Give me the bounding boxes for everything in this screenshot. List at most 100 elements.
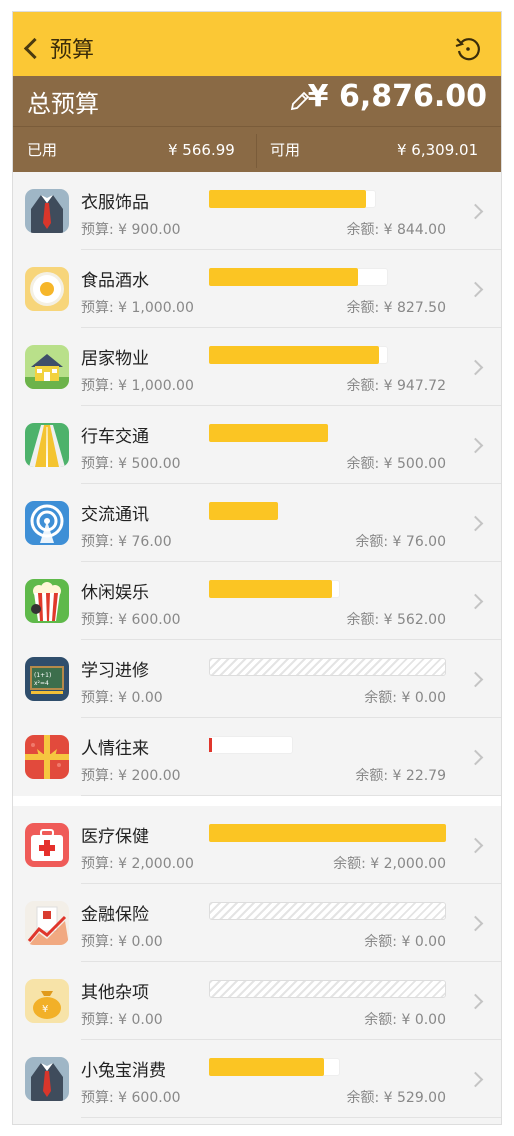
category-name: 休闲娱乐 [81, 583, 149, 603]
category-budget: 预算: ¥ 500.00 [81, 456, 181, 472]
progress-fill [209, 824, 446, 842]
category-remaining: 余额: ¥ 947.72 [346, 378, 446, 394]
used-value: ¥ 566.99 [168, 141, 235, 159]
chevron-right-icon [467, 281, 484, 298]
finance-chart-icon [25, 901, 69, 945]
category-name: 金融保险 [81, 905, 149, 925]
popcorn-icon [25, 579, 69, 623]
category-budget: 预算: ¥ 1,000.00 [81, 378, 194, 394]
category-row[interactable]: (1+1) x²=4 学习进修 预算: ¥ 0.00 余额: ¥ 0.00 [13, 640, 501, 718]
app-frame: 预算 总预算 ¥ 6,876.00 已用 ¥ 566.99 可用 ¥ 6,309… [13, 12, 501, 1124]
nav-bar: 预算 [13, 20, 501, 76]
category-row[interactable]: 小兔宝消费预算: ¥ 600.00 余额: ¥ 529.00 [13, 1040, 501, 1118]
category-row[interactable]: 休闲娱乐预算: ¥ 600.00 余额: ¥ 562.00 [13, 562, 501, 640]
category-remaining: 余额: ¥ 529.00 [346, 1090, 446, 1106]
category-remaining: 余额: ¥ 827.50 [346, 300, 446, 316]
category-remaining: 余额: ¥ 2,000.00 [333, 856, 446, 872]
money-bag-icon: ¥ [25, 979, 69, 1023]
chalkboard-icon: (1+1) x²=4 [25, 657, 69, 701]
category-budget: 预算: ¥ 2,000.00 [81, 856, 194, 872]
chevron-right-icon [467, 749, 484, 766]
category-remaining: 余额: ¥ 22.79 [355, 768, 446, 784]
category-budget: 预算: ¥ 900.00 [81, 222, 181, 238]
category-budget: 预算: ¥ 1,000.00 [81, 300, 194, 316]
total-budget-panel: 总预算 ¥ 6,876.00 已用 ¥ 566.99 可用 ¥ 6,309.01 [13, 76, 501, 172]
category-row[interactable]: 居家物业预算: ¥ 1,000.00 余额: ¥ 947.72 [13, 328, 501, 406]
category-remaining: 余额: ¥ 844.00 [346, 222, 446, 238]
chevron-right-icon [467, 593, 484, 610]
chevron-right-icon [467, 993, 484, 1010]
chevron-right-icon [467, 837, 484, 854]
page-title: 预算 [50, 38, 95, 63]
back-button[interactable]: 预算 [23, 32, 94, 64]
available-label: 可用 [270, 141, 301, 159]
progress-fill [209, 1058, 324, 1076]
empty-budget-hatch [209, 658, 446, 676]
chevron-right-icon [467, 915, 484, 932]
empty-budget-hatch [209, 980, 446, 998]
progress-track [209, 736, 293, 754]
fried-egg-icon [25, 267, 69, 311]
category-name: 小兔宝消费 [81, 1061, 166, 1081]
category-row[interactable]: 人情往来预算: ¥ 200.00 余额: ¥ 22.79 [13, 718, 501, 796]
chevron-left-icon [23, 37, 46, 59]
total-budget-amount: ¥ 6,876.00 [307, 79, 487, 114]
progress-fill [209, 502, 278, 520]
first-aid-kit-icon [25, 823, 69, 867]
section-gap [13, 796, 501, 806]
svg-text:¥: ¥ [42, 1004, 48, 1015]
chevron-right-icon [467, 1071, 484, 1088]
row-divider [81, 795, 501, 796]
category-budget: 预算: ¥ 0.00 [81, 690, 163, 706]
svg-text:(1+1): (1+1) [34, 672, 51, 679]
road-icon [25, 423, 69, 467]
progress-fill [209, 580, 332, 598]
suit-tie-icon [25, 189, 69, 233]
chevron-right-icon [467, 203, 484, 220]
category-budget: 预算: ¥ 600.00 [81, 1090, 181, 1106]
category-budget: 预算: ¥ 0.00 [81, 1012, 163, 1028]
progress-fill [209, 346, 379, 364]
used-available-row: 已用 ¥ 566.99 可用 ¥ 6,309.01 [13, 126, 501, 173]
category-name: 居家物业 [81, 349, 149, 369]
category-budget: 预算: ¥ 200.00 [81, 768, 181, 784]
category-row[interactable]: 医疗保健 预算: ¥ 2,000.00 余额: ¥ 2,000.00 [13, 806, 501, 884]
category-row[interactable]: 行车交通 预算: ¥ 500.00 余额: ¥ 500.00 [13, 406, 501, 484]
used-label: 已用 [27, 141, 58, 159]
category-name: 衣服饰品 [81, 193, 149, 213]
empty-budget-hatch [209, 902, 446, 920]
category-row[interactable]: 食品酒水预算: ¥ 1,000.00 余额: ¥ 827.50 [13, 250, 501, 328]
category-name: 行车交通 [81, 427, 149, 447]
total-budget-title: 总预算 [27, 90, 99, 118]
category-name: 其他杂项 [81, 983, 149, 1003]
category-remaining: 余额: ¥ 0.00 [364, 934, 446, 950]
category-row[interactable]: 金融保险预算: ¥ 0.00 余额: ¥ 0.00 [13, 884, 501, 962]
chevron-right-icon [467, 515, 484, 532]
category-list: 衣服饰品预算: ¥ 900.00 余额: ¥ 844.00 食品酒水预算: ¥ 1,… [13, 172, 501, 1118]
progress-fill [209, 424, 328, 442]
svg-text:x²=4: x²=4 [34, 680, 49, 687]
summary-divider [256, 134, 257, 168]
category-budget: 预算: ¥ 0.00 [81, 934, 163, 950]
status-bar [13, 12, 501, 20]
category-name: 人情往来 [81, 739, 149, 759]
row-divider [81, 1117, 501, 1118]
suit-tie-icon [25, 1057, 69, 1101]
category-remaining: 余额: ¥ 76.00 [355, 534, 446, 550]
category-row[interactable]: ¥ 其他杂项预算: ¥ 0.00 余额: ¥ 0.00 [13, 962, 501, 1040]
category-name: 食品酒水 [81, 271, 149, 291]
category-remaining: 余额: ¥ 0.00 [364, 1012, 446, 1028]
signal-tower-icon [25, 501, 69, 545]
category-budget: 预算: ¥ 600.00 [81, 612, 181, 628]
house-icon [25, 345, 69, 389]
category-row[interactable]: 衣服饰品预算: ¥ 900.00 余额: ¥ 844.00 [13, 172, 501, 250]
category-row[interactable]: 交流通讯预算: ¥ 76.00 余额: ¥ 76.00 [13, 484, 501, 562]
chevron-right-icon [467, 359, 484, 376]
category-remaining: 余额: ¥ 562.00 [346, 612, 446, 628]
category-budget: 预算: ¥ 76.00 [81, 534, 172, 550]
refresh-icon[interactable] [453, 34, 483, 64]
progress-fill [209, 190, 366, 208]
low-balance-marker [209, 738, 212, 752]
category-name: 交流通讯 [81, 505, 149, 525]
gift-box-icon [25, 735, 69, 779]
